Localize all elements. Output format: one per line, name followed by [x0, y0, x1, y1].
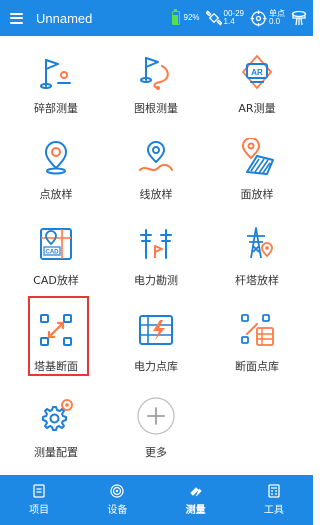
receiver-icon	[291, 10, 307, 26]
tool-label: 电力点库	[134, 360, 178, 373]
tool-tower-stakeout[interactable]: 杆塔放样	[205, 208, 309, 294]
tool-power-survey[interactable]: 电力勘测	[104, 208, 208, 294]
tool-label: 点放样	[39, 188, 73, 201]
nav-label: 测量	[185, 505, 206, 516]
flag-path-icon	[140, 57, 169, 90]
satellite-icon	[205, 10, 222, 26]
project-icon	[33, 484, 45, 498]
point-stakeout-icon	[45, 141, 67, 175]
nav-label: 工具	[263, 505, 284, 516]
receiver-status[interactable]	[291, 10, 307, 26]
battery-value: 92%	[183, 13, 200, 22]
tool-label: AR测量	[238, 102, 276, 115]
solution-status[interactable]: 单点 0.0	[250, 10, 285, 27]
tool-label: 面放样	[240, 188, 274, 201]
power-survey-icon	[140, 229, 172, 259]
ar-icon: AR	[241, 54, 273, 90]
nav-label: 项目	[29, 505, 50, 516]
tool-detail-survey[interactable]: 碎部测量	[4, 36, 108, 122]
hamburger-icon	[9, 12, 23, 24]
nav-label: 设备	[107, 505, 128, 516]
tool-label: 更多	[145, 446, 167, 459]
tool-grid: 碎部测量 图根测量 AR AR测量 点放样 线放样 面放样 CAD CAD放样 …	[0, 36, 313, 475]
tool-label: 断面点库	[235, 360, 279, 373]
svg-text:CAD: CAD	[46, 250, 60, 256]
flag-point-icon	[40, 59, 71, 89]
tools-icon	[268, 484, 280, 498]
status-group: 92% 00-29 1.4 单点 0.0	[166, 8, 313, 27]
tool-label: 电力勘测	[134, 274, 178, 287]
area-stakeout-icon	[242, 138, 274, 175]
menu-button[interactable]	[0, 0, 32, 36]
battery-icon	[171, 8, 180, 25]
crosshair-icon	[250, 10, 267, 26]
tool-control-survey[interactable]: 图根测量	[104, 36, 208, 122]
power-point-library-icon	[139, 315, 173, 345]
tool-point-stakeout[interactable]: 点放样	[4, 122, 108, 208]
tool-cad-stakeout[interactable]: CAD CAD放样	[4, 208, 108, 294]
nav-measure[interactable]: 测量	[157, 475, 235, 525]
device-icon	[110, 484, 124, 498]
tool-label: CAD放样	[33, 274, 79, 287]
nav-tools[interactable]: 工具	[235, 475, 313, 525]
tool-area-stakeout[interactable]: 面放样	[205, 122, 309, 208]
nav-project[interactable]: 项目	[0, 475, 78, 525]
battery-status: 92%	[171, 8, 200, 25]
pdop-value: 1.4	[223, 17, 235, 26]
section-point-library-icon	[241, 314, 274, 346]
tool-line-stakeout[interactable]: 线放样	[104, 122, 208, 208]
tool-label: 碎部测量	[34, 102, 78, 115]
satellite-status[interactable]: 00-29 1.4	[205, 10, 244, 26]
tool-measure-settings[interactable]: 测量配置	[4, 380, 108, 466]
bottom-navigation: 项目 设备 测量 工具	[0, 475, 313, 525]
tool-power-point-library[interactable]: 电力点库	[104, 294, 208, 380]
tool-label: 杆塔放样	[235, 274, 279, 287]
measure-icon	[189, 487, 202, 497]
project-title: Unnamed	[36, 10, 93, 26]
svg-text:AR: AR	[251, 68, 263, 77]
nav-device[interactable]: 设备	[78, 475, 156, 525]
tool-more[interactable]: 更多	[104, 380, 208, 466]
solution-precision: 0.0	[269, 17, 281, 26]
highlight-frame	[28, 296, 89, 376]
cad-icon: CAD	[40, 228, 72, 260]
plus-icon	[137, 397, 175, 435]
tool-ar-survey[interactable]: AR AR测量	[205, 36, 309, 122]
tool-label: 测量配置	[34, 446, 78, 459]
tower-stakeout-icon	[247, 227, 273, 259]
tool-label: 图根测量	[134, 102, 178, 115]
line-stakeout-icon	[139, 141, 173, 171]
tool-section-point-library[interactable]: 断面点库	[205, 294, 309, 380]
top-app-bar: Unnamed 92% 00-29 1.4 单点 0.0	[0, 0, 313, 36]
settings-gear-icon	[42, 399, 73, 431]
tool-label: 线放样	[139, 188, 173, 201]
